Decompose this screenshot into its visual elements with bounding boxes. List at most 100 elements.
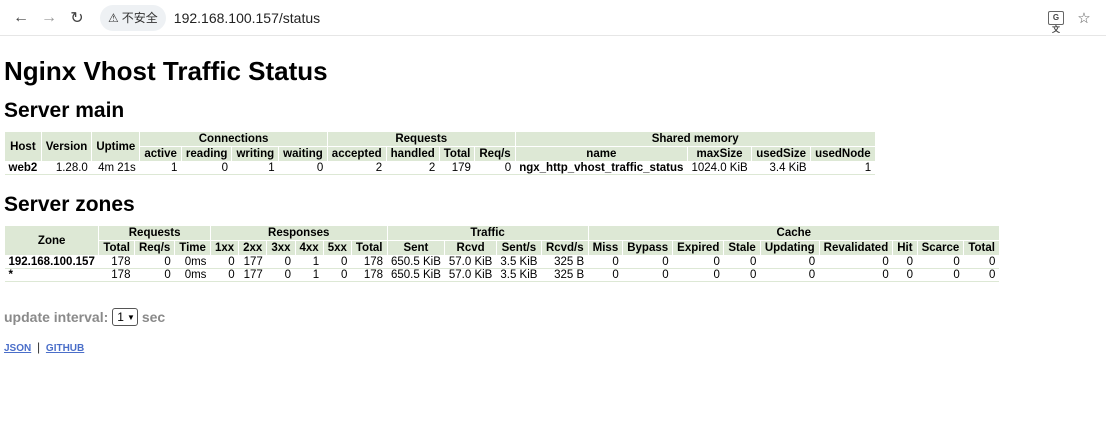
table-cell: 0 (760, 255, 820, 269)
sub-header: Hit (892, 240, 918, 256)
sub-header: usedNode (810, 146, 876, 162)
warning-triangle-icon: ⚠ (108, 10, 119, 25)
table-cell: 0 (622, 268, 673, 282)
link-separator: | (37, 340, 41, 354)
table-cell: 178 (351, 255, 387, 269)
sub-header: 1xx (209, 240, 240, 256)
table-cell: 0 (134, 255, 175, 269)
table-cell: 0 (819, 268, 893, 282)
update-interval-unit: sec (141, 309, 166, 325)
table-row: web2 1.28.0 4m 21s 1 0 1 0 2 2 179 0 ngx… (4, 161, 876, 175)
forward-arrow-icon[interactable]: → (36, 5, 62, 31)
sub-header: 2xx (238, 240, 268, 256)
table-cell: 0ms (174, 268, 211, 282)
table-cell: 2 (327, 161, 387, 175)
table-cell: 0 (266, 255, 295, 269)
sub-header: 3xx (266, 240, 296, 256)
table-row: 192.168.100.157 178 0 0ms 0 177 0 1 0 17… (4, 255, 1000, 269)
table-cell: 0 (723, 255, 761, 269)
table-cell: 0 (723, 268, 761, 282)
table-cell: 325 B (541, 255, 589, 269)
sub-header: Updating (759, 240, 820, 256)
update-interval-select[interactable]: 1 ▼ (112, 308, 138, 326)
col-traffic: Traffic (386, 225, 589, 241)
table-cell: 3.5 KiB (496, 268, 542, 282)
table-cell: 3.5 KiB (496, 255, 542, 269)
sub-header: Sent (386, 240, 446, 256)
col-responses: Responses (209, 225, 388, 241)
footer-links: JSON | GITHUB (4, 340, 1102, 354)
sub-header: Sent/s (495, 240, 542, 256)
table-cell: 0 (963, 255, 1000, 269)
table-cell: 0 (892, 255, 918, 269)
table-cell: 0 (181, 161, 232, 175)
sub-header: handled (385, 146, 440, 162)
bookmark-star-icon[interactable]: ☆ (1070, 5, 1098, 31)
table-cell: 57.0 KiB (444, 255, 497, 269)
table-cell: 2 (386, 161, 440, 175)
update-interval-label: update interval: (4, 309, 109, 325)
table-cell: web2 (4, 161, 42, 175)
sub-header: waiting (278, 146, 328, 162)
table-cell: 0 (819, 255, 893, 269)
table-cell: 0 (323, 255, 352, 269)
github-link[interactable]: GITHUB (46, 343, 84, 354)
table-cell: 178 (351, 268, 387, 282)
table-cell: 0 (323, 268, 352, 282)
table-cell: 0 (760, 268, 820, 282)
table-cell: 0 (266, 268, 295, 282)
sub-header: reading (180, 146, 233, 162)
table-cell: 0 (588, 268, 623, 282)
table-cell: 1 (295, 255, 324, 269)
table-cell: 0 (278, 161, 328, 175)
url-text[interactable]: 192.168.100.157/status (174, 10, 320, 26)
back-arrow-icon[interactable]: ← (8, 5, 34, 31)
sub-header: Total (438, 146, 476, 162)
server-zones-table: Zone Requests Responses Traffic Cache To… (3, 225, 1000, 282)
table-cell: 178 (98, 255, 135, 269)
sub-header: Bypass (622, 240, 674, 256)
sub-header: Req/s (133, 240, 176, 256)
table-cell: 650.5 KiB (387, 268, 445, 282)
translate-icon[interactable]: G文 (1042, 5, 1070, 34)
table-cell: 0 (134, 268, 175, 282)
table-cell: 0 (588, 255, 623, 269)
sub-header: Revalidated (818, 240, 894, 256)
server-main-table: Host Version Uptime Connections Requests… (4, 131, 876, 175)
server-zones-heading: Server zones (4, 193, 135, 216)
col-requests: Requests (326, 131, 516, 147)
col-host: Host (4, 131, 42, 162)
col-version: Version (40, 131, 93, 162)
reload-icon[interactable]: ↻ (64, 5, 90, 31)
page-content: Nginx Vhost Traffic Status Server main H… (0, 56, 1106, 354)
security-indicator[interactable]: ⚠ 不安全 (100, 4, 166, 31)
json-link[interactable]: JSON (4, 343, 31, 354)
table-cell: 0 (672, 268, 724, 282)
sub-header: 5xx (322, 240, 352, 256)
table-cell: 0ms (174, 255, 211, 269)
table-cell: 179 (439, 161, 475, 175)
table-cell: 0 (474, 161, 516, 175)
security-label: 不安全 (121, 11, 158, 25)
table-cell: 0 (917, 255, 964, 269)
table-cell: 1024.0 KiB (687, 161, 752, 175)
table-cell: 1 (231, 161, 279, 175)
table-cell: 3.4 KiB (751, 161, 811, 175)
sub-header: name (514, 146, 688, 162)
col-requests: Requests (98, 225, 211, 241)
sub-header: 4xx (294, 240, 324, 256)
sub-header: Total (963, 240, 1000, 256)
table-cell: 1 (139, 161, 182, 175)
table-cell: 177 (238, 268, 267, 282)
table-cell: 0 (210, 255, 239, 269)
table-cell: 325 B (541, 268, 589, 282)
sub-header: Stale (723, 240, 761, 256)
table-cell: 650.5 KiB (387, 255, 445, 269)
table-cell: 0 (892, 268, 918, 282)
sub-header: Miss (587, 240, 624, 256)
table-cell: 192.168.100.157 (4, 255, 99, 269)
table-cell: 178 (98, 268, 135, 282)
address-bar[interactable]: ⚠ 不安全 192.168.100.157/status (100, 4, 320, 32)
sub-header: accepted (326, 146, 387, 162)
sub-header: Total (98, 240, 135, 256)
